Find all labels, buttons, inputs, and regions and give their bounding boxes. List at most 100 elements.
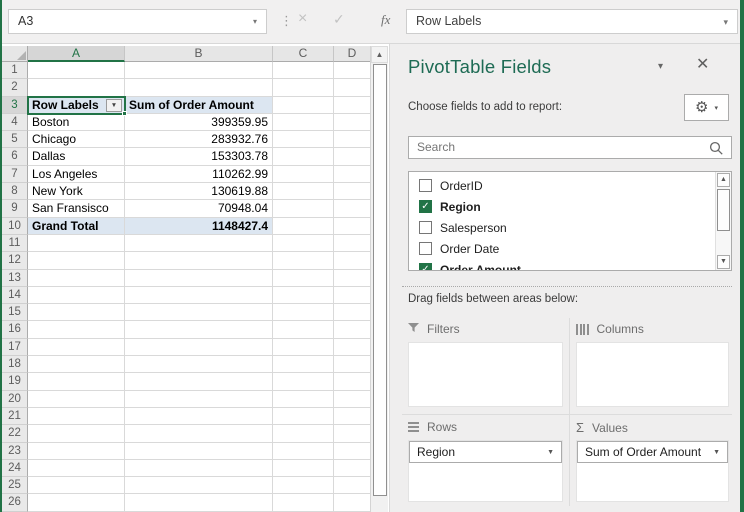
cell-B22[interactable] bbox=[125, 425, 273, 442]
cell-B21[interactable] bbox=[125, 408, 273, 425]
cell-C10[interactable] bbox=[273, 218, 334, 235]
cell-A11[interactable] bbox=[28, 235, 125, 252]
cell-B25[interactable] bbox=[125, 477, 273, 494]
row-header-7[interactable]: 7 bbox=[2, 166, 28, 183]
cell-C9[interactable] bbox=[273, 200, 334, 217]
cell-D4[interactable] bbox=[334, 114, 370, 131]
cell-A8[interactable]: New York bbox=[28, 183, 125, 200]
row-header-23[interactable]: 23 bbox=[2, 443, 28, 460]
cell-C5[interactable] bbox=[273, 131, 334, 148]
values-field-pill[interactable]: Sum of Order Amount ▼ bbox=[577, 441, 728, 463]
row-header-2[interactable]: 2 bbox=[2, 79, 28, 96]
cell-C26[interactable] bbox=[273, 494, 334, 511]
rows-area-dropzone[interactable]: Region ▼ bbox=[408, 440, 563, 502]
cell-D21[interactable] bbox=[334, 408, 370, 425]
cell-C3[interactable] bbox=[273, 97, 334, 114]
cell-D12[interactable] bbox=[334, 252, 370, 269]
scroll-up-icon[interactable]: ▲ bbox=[717, 173, 730, 187]
cell-A22[interactable] bbox=[28, 425, 125, 442]
pane-close-icon[interactable]: ✕ bbox=[696, 54, 709, 74]
cell-A1[interactable] bbox=[28, 62, 125, 79]
tools-button[interactable]: ⚙ ▾ bbox=[684, 94, 729, 121]
cell-C21[interactable] bbox=[273, 408, 334, 425]
cell-D22[interactable] bbox=[334, 425, 370, 442]
row-header-8[interactable]: 8 bbox=[2, 183, 28, 200]
cell-A15[interactable] bbox=[28, 304, 125, 321]
cell-D19[interactable] bbox=[334, 373, 370, 390]
cell-A14[interactable] bbox=[28, 287, 125, 304]
cell-B23[interactable] bbox=[125, 443, 273, 460]
cell-B5[interactable]: 283932.76 bbox=[125, 131, 273, 148]
formula-bar-drag-handle[interactable]: ⋮ bbox=[280, 13, 293, 29]
cell-D5[interactable] bbox=[334, 131, 370, 148]
field-checkbox-order-amount[interactable]: ✓ bbox=[419, 263, 432, 271]
columns-area-dropzone[interactable] bbox=[576, 342, 729, 407]
cell-C16[interactable] bbox=[273, 321, 334, 338]
cell-B3[interactable]: Sum of Order Amount bbox=[125, 97, 273, 114]
cell-C24[interactable] bbox=[273, 460, 334, 477]
chevron-down-icon[interactable]: ▼ bbox=[547, 449, 554, 456]
search-input[interactable]: Search bbox=[408, 136, 732, 159]
cell-C22[interactable] bbox=[273, 425, 334, 442]
name-box-dropdown-icon[interactable]: ▾ bbox=[253, 17, 257, 26]
cell-C23[interactable] bbox=[273, 443, 334, 460]
cell-D3[interactable] bbox=[334, 97, 370, 114]
cell-C8[interactable] bbox=[273, 183, 334, 200]
cell-B18[interactable] bbox=[125, 356, 273, 373]
cell-C18[interactable] bbox=[273, 356, 334, 373]
values-area-dropzone[interactable]: Sum of Order Amount ▼ bbox=[576, 440, 729, 502]
scroll-up-icon[interactable]: ▲ bbox=[371, 46, 388, 63]
cell-B26[interactable] bbox=[125, 494, 273, 511]
field-checkbox-salesperson[interactable] bbox=[419, 221, 432, 234]
cell-A6[interactable]: Dallas bbox=[28, 148, 125, 165]
cell-D2[interactable] bbox=[334, 79, 370, 96]
row-header-1[interactable]: 1 bbox=[2, 62, 28, 79]
cell-B16[interactable] bbox=[125, 321, 273, 338]
grid-vertical-scrollbar[interactable]: ▲ bbox=[370, 46, 388, 512]
field-item-order-date[interactable]: Order Date bbox=[409, 238, 714, 259]
field-item-region[interactable]: ✓Region bbox=[409, 196, 714, 217]
row-header-22[interactable]: 22 bbox=[2, 425, 28, 442]
cell-B7[interactable]: 110262.99 bbox=[125, 166, 273, 183]
row-labels-filter-button[interactable]: ▼ bbox=[106, 99, 122, 113]
cell-B17[interactable] bbox=[125, 339, 273, 356]
field-list-scrollbar[interactable]: ▲ ▼ bbox=[715, 172, 731, 270]
cell-D15[interactable] bbox=[334, 304, 370, 321]
cell-C25[interactable] bbox=[273, 477, 334, 494]
cell-B9[interactable]: 70948.04 bbox=[125, 200, 273, 217]
cell-D6[interactable] bbox=[334, 148, 370, 165]
row-header-13[interactable]: 13 bbox=[2, 270, 28, 287]
row-header-5[interactable]: 5 bbox=[2, 131, 28, 148]
grid-scrollbar-thumb[interactable] bbox=[373, 64, 387, 496]
row-header-9[interactable]: 9 bbox=[2, 200, 28, 217]
cell-D23[interactable] bbox=[334, 443, 370, 460]
cell-C15[interactable] bbox=[273, 304, 334, 321]
cell-C6[interactable] bbox=[273, 148, 334, 165]
cell-C1[interactable] bbox=[273, 62, 334, 79]
cell-D16[interactable] bbox=[334, 321, 370, 338]
row-header-26[interactable]: 26 bbox=[2, 494, 28, 511]
cell-C4[interactable] bbox=[273, 114, 334, 131]
formula-bar-expand-icon[interactable]: ▾ bbox=[723, 17, 728, 28]
cell-B11[interactable] bbox=[125, 235, 273, 252]
cell-C17[interactable] bbox=[273, 339, 334, 356]
cell-C12[interactable] bbox=[273, 252, 334, 269]
cell-B2[interactable] bbox=[125, 79, 273, 96]
cell-A26[interactable] bbox=[28, 494, 125, 511]
column-header-c[interactable]: C bbox=[273, 46, 334, 62]
field-checkbox-region[interactable]: ✓ bbox=[419, 200, 432, 213]
cell-B12[interactable] bbox=[125, 252, 273, 269]
row-header-25[interactable]: 25 bbox=[2, 477, 28, 494]
row-header-15[interactable]: 15 bbox=[2, 304, 28, 321]
cell-D1[interactable] bbox=[334, 62, 370, 79]
row-header-11[interactable]: 11 bbox=[2, 235, 28, 252]
cell-C2[interactable] bbox=[273, 79, 334, 96]
cell-B1[interactable] bbox=[125, 62, 273, 79]
row-header-12[interactable]: 12 bbox=[2, 252, 28, 269]
cell-D18[interactable] bbox=[334, 356, 370, 373]
cell-D14[interactable] bbox=[334, 287, 370, 304]
cell-A24[interactable] bbox=[28, 460, 125, 477]
cell-D17[interactable] bbox=[334, 339, 370, 356]
name-box[interactable]: A3 ▾ bbox=[8, 9, 267, 34]
cell-D24[interactable] bbox=[334, 460, 370, 477]
